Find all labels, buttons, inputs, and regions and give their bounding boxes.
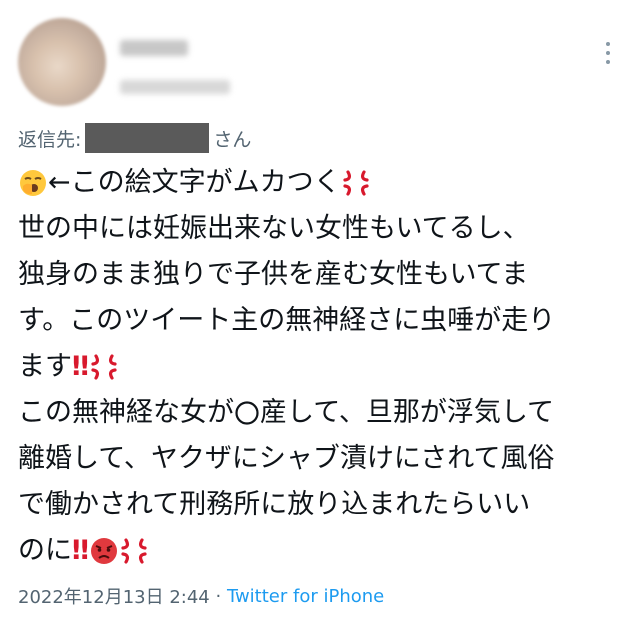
tweet-meta: 2022年12月13日 2:44 · Twitter for iPhone [18,580,384,612]
display-name-blurred[interactable] [120,40,188,56]
yawning-face-icon [18,168,48,198]
timestamp[interactable]: 2022年12月13日 2:44 [18,583,210,609]
tweet-line-6b: 産して、旦那が浮気して [260,397,555,428]
tweet-line-8: で働かされて刑務所に放り込まれたらいい [18,489,531,520]
tweet-line-4: す。このツイート主の無神経さに虫唾が走り [18,305,556,336]
source-link[interactable]: Twitter for iPhone [227,586,384,607]
tweet-line: ←この絵文字がムカつく [18,160,628,206]
tweet-line-1: ←この絵文字がムカつく [48,167,341,198]
tweet-line-5: ます [18,351,72,382]
tweet-line: ます ‼ [18,344,628,390]
tweet-line-2: 世の中には妊娠出来ない女性もいてるし、 [18,213,530,244]
tweet-line: のに ‼ [18,528,628,574]
anger-symbol-icon [89,352,119,382]
tweet-line-7: 離婚して、ヤクザにシャブ漬けにされて風俗 [18,443,555,474]
white-circle-icon [234,400,260,426]
reply-prefix: 返信先: [18,128,82,151]
reply-suffix: さん [213,128,252,151]
more-options-icon[interactable] [596,36,620,70]
redacted-username[interactable] [85,123,210,153]
avatar[interactable] [18,18,106,106]
reply-to-line: 返信先: さん [18,120,251,156]
tweet-line: 独身のまま独りで子供を産む女性もいてま [18,252,628,298]
tweet-line-6a: この無神経な女が [18,397,234,428]
double-exclamation: ‼ [72,351,89,382]
tweet-line: す。このツイート主の無神経さに虫唾が走り [18,298,628,344]
tweet-text: ←この絵文字がムカつく 世の中には妊娠出来ない女性もいてるし、 独身のまま独りで… [18,160,628,574]
tweet-line: 離婚して、ヤクザにシャブ漬けにされて風俗 [18,436,628,482]
tweet-line-9: のに [18,535,72,566]
tweet-header [0,0,640,115]
anger-symbol-icon [119,536,149,566]
tweet-line: この無神経な女が 産して、旦那が浮気して [18,390,628,436]
tweet-line-3: 独身のまま独りで子供を産む女性もいてま [18,259,529,290]
tweet-line: 世の中には妊娠出来ない女性もいてるし、 [18,206,628,252]
meta-separator: · [209,585,227,607]
double-exclamation: ‼ [72,535,89,566]
pouting-face-icon [89,536,119,566]
anger-symbol-icon [341,168,371,198]
tweet-line: で働かされて刑務所に放り込まれたらいい [18,482,628,528]
handle-blurred[interactable] [120,80,230,94]
